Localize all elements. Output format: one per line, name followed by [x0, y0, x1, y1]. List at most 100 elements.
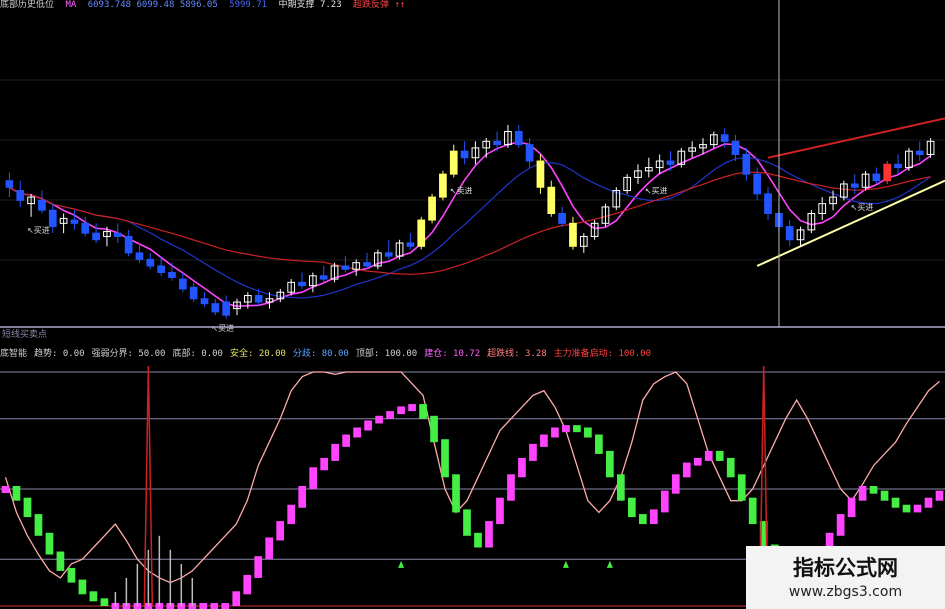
osc-bar-up — [265, 537, 274, 560]
candle-body — [850, 183, 859, 188]
osc-bar-down — [89, 591, 98, 602]
moving-averages — [9, 117, 945, 308]
osc-bar-up — [836, 514, 845, 536]
top-header: 底部历史低位 MA 6093.748 6099.48 5896.05 5999.… — [0, 0, 405, 12]
osc-bar-up — [199, 603, 208, 609]
osc-bar-down — [12, 486, 21, 501]
candle-body — [254, 294, 263, 303]
osc-bar-up — [342, 434, 350, 447]
watermark-title: 指标公式网 — [793, 556, 898, 580]
osc-param-5: 分歧: 80.00 — [292, 349, 349, 359]
candle-body — [146, 258, 155, 267]
candle-body — [449, 150, 458, 175]
osc-bar-up — [704, 450, 713, 461]
candle-body — [785, 226, 794, 241]
osc-bar-up — [935, 490, 944, 501]
signal-label: ↖买进 — [645, 186, 668, 195]
osc-bar-up — [320, 457, 329, 471]
osc-param-4: 安全: 20.00 — [229, 349, 286, 359]
signal-label: ↖买进 — [211, 324, 234, 333]
candle-body — [200, 298, 209, 305]
candle-body — [547, 186, 556, 214]
osc-bar-up — [254, 556, 263, 578]
osc-bar-down — [452, 474, 460, 513]
osc-bar-up — [364, 420, 372, 431]
osc-bar-down — [616, 474, 625, 501]
candle-body — [406, 242, 415, 247]
candle-body — [168, 272, 176, 278]
osc-bar-down — [430, 415, 438, 443]
osc-bar-up — [210, 603, 219, 609]
osc-bar-up — [518, 457, 526, 478]
signal-label: ↖买进 — [27, 226, 50, 235]
osc-bar-down — [419, 404, 427, 419]
osc-bar-down — [463, 509, 471, 536]
candle-body — [872, 173, 881, 182]
osc-bar-down — [748, 497, 757, 525]
candle-body — [81, 222, 90, 234]
candle-body — [135, 252, 144, 260]
osc-bar-up — [309, 467, 318, 489]
osc-bar-up — [1, 486, 10, 493]
osc-bar-down — [45, 532, 54, 555]
candle-body — [384, 252, 393, 257]
osc-bar-down — [726, 457, 735, 478]
osc-bar-down — [78, 579, 87, 595]
osc-bar-down — [474, 532, 482, 548]
candle-body — [417, 219, 426, 247]
osc-bar-up — [660, 490, 669, 513]
osc-bar-down — [441, 439, 449, 478]
osc-bar-up — [913, 504, 922, 513]
osc-bar-down — [880, 490, 889, 501]
osc-bar-up — [507, 474, 515, 501]
osc-bar-up — [276, 521, 285, 541]
osc-bar-up — [397, 406, 405, 415]
osc-bar-up — [298, 486, 307, 508]
candle-body — [569, 222, 577, 247]
candle-body — [363, 262, 371, 267]
candle-body — [157, 265, 165, 274]
osc-param-2: 强弱分界: 50.00 — [91, 349, 166, 359]
candle-body — [428, 196, 436, 221]
osc-bar-up — [232, 591, 241, 606]
candle-body — [525, 144, 534, 162]
osc-bar-down — [573, 425, 581, 433]
osc-bar-up — [847, 497, 856, 518]
candle-body — [439, 173, 447, 198]
osc-param-3: 底部: 0.00 — [172, 349, 223, 359]
green-marker — [398, 560, 405, 568]
candle-body — [211, 303, 220, 313]
ma-short-line — [9, 141, 932, 308]
support-trendline — [756, 179, 945, 267]
candle-body — [92, 232, 100, 241]
candle-body — [70, 219, 79, 224]
osc-bar-down — [902, 504, 911, 513]
osc-bar-up — [693, 457, 702, 466]
osc-param-1: 趋势: 0.00 — [34, 349, 85, 359]
candle-body — [742, 153, 751, 175]
osc-bar-down — [715, 450, 724, 461]
osc-bar-down — [606, 450, 614, 478]
candle-body — [883, 163, 892, 182]
candle-body — [514, 131, 523, 146]
ma-values: 6093.748 6099.48 5896.05 — [87, 0, 218, 10]
osc-bar-up — [858, 486, 867, 501]
osc-bar-down — [891, 497, 900, 508]
osc-param-7: 建仓: 10.72 — [424, 349, 481, 359]
osc-bar-down — [595, 434, 603, 454]
watermark-url: www.zbgs3.com — [788, 584, 903, 600]
osc-bar-down — [869, 486, 878, 494]
candle-body — [536, 160, 545, 188]
chart-canvas: ↖买进 ↖买进 ↖卖进 ↖买进 ↖买进 — [0, 0, 945, 609]
osc-bar-up — [485, 521, 493, 548]
osc-bar-up — [671, 474, 680, 494]
candle-body — [319, 275, 328, 280]
candle-body — [189, 286, 198, 300]
osc-bar-up — [243, 574, 252, 595]
osc-bar-up — [496, 497, 504, 525]
section-label: 短线买卖点 — [2, 330, 48, 340]
signal-label: ↖买进 — [851, 203, 874, 212]
candle-body — [558, 212, 566, 224]
support-label: 中期支撑 7.23 — [278, 0, 342, 10]
osc-param-8: 超跌线: 3.28 — [487, 349, 547, 359]
